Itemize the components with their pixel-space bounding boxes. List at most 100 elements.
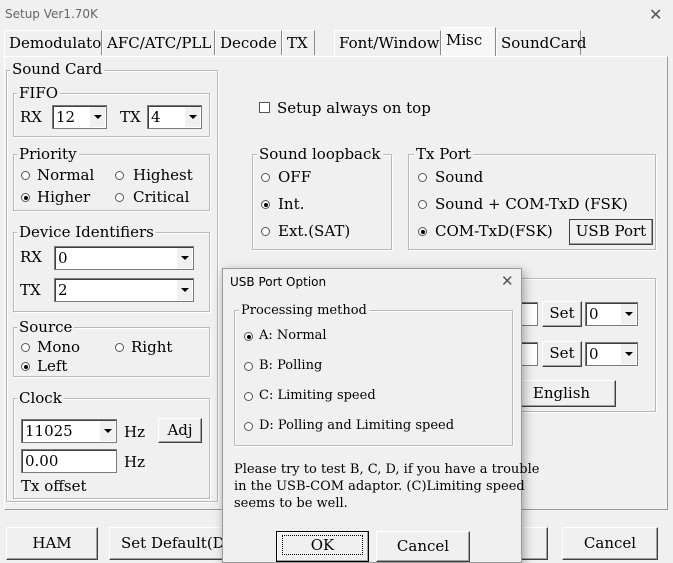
tab-tx[interactable]: TX (282, 30, 315, 55)
tx-offset-label: Tx offset (21, 477, 87, 495)
dialog-title: USB Port Option (230, 275, 327, 289)
fifo-tx-combo[interactable]: 4 (147, 105, 202, 129)
loopback-int-radio[interactable] (261, 200, 270, 209)
device-identifiers-label: Device Identifiers (17, 223, 156, 241)
source-left-radio[interactable] (21, 362, 30, 371)
always-on-top-label: Setup always on top (277, 99, 431, 117)
source-mono-radio[interactable] (21, 343, 30, 352)
option-a-label: A: Normal (259, 328, 327, 343)
right-combo-2-value: 0 (589, 345, 599, 363)
loopback-off-label: OFF (278, 168, 312, 186)
source-right-radio[interactable] (115, 343, 124, 352)
device-tx-combo[interactable]: 2 (54, 278, 194, 302)
window-title: Setup Ver1.70K (5, 7, 98, 21)
sound-loopback-label: Sound loopback (257, 145, 383, 163)
tab-afc-atc-pll[interactable]: AFC/ATC/PLL (102, 30, 215, 55)
set-button-1[interactable]: Set (542, 301, 582, 327)
device-tx-label: TX (20, 281, 41, 299)
option-d-label: D: Polling and Limiting speed (259, 418, 455, 433)
tab-demodulator[interactable]: Demodulator (4, 30, 108, 55)
chevron-down-icon[interactable] (620, 304, 636, 324)
chevron-down-icon[interactable] (89, 107, 105, 127)
device-tx-value: 2 (58, 281, 68, 299)
device-rx-label: RX (20, 248, 42, 266)
priority-critical-radio[interactable] (115, 193, 124, 202)
option-c-radio[interactable] (244, 392, 253, 401)
fifo-rx-value: 12 (56, 108, 76, 126)
priority-highest-radio[interactable] (115, 171, 124, 180)
loopback-ext-label: Ext.(SAT) (278, 222, 351, 240)
option-c-label: C: Limiting speed (259, 388, 376, 403)
chevron-down-icon[interactable] (176, 248, 192, 268)
note-line-3: seems to be well. (234, 496, 348, 511)
tx-offset-value: 0.00 (25, 452, 59, 470)
ok-button-label: OK (281, 535, 364, 555)
device-rx-combo[interactable]: 0 (54, 246, 194, 270)
fifo-tx-value: 4 (151, 108, 161, 126)
tx-offset-unit: Hz (124, 453, 145, 471)
txport-sound-com-label: Sound + COM-TxD (FSK) (435, 195, 628, 213)
set-default-button[interactable]: Set Default(De (109, 527, 239, 560)
tab-font-window[interactable]: Font/Window (334, 30, 441, 55)
chevron-down-icon[interactable] (620, 344, 636, 364)
usb-port-option-dialog: USB Port Option ✕ Processing method A: N… (222, 268, 539, 563)
priority-critical-label: Critical (133, 188, 190, 206)
priority-normal-radio[interactable] (21, 171, 30, 180)
priority-higher-radio[interactable] (21, 193, 30, 202)
close-icon[interactable]: ✕ (501, 272, 514, 290)
chevron-down-icon[interactable] (99, 421, 115, 441)
priority-label: Priority (17, 145, 79, 163)
tab-soundcard[interactable]: SoundCard (496, 30, 586, 55)
fifo-tx-label: TX (120, 108, 141, 126)
ham-button[interactable]: HAM (6, 527, 98, 560)
processing-method-label: Processing method (239, 303, 369, 319)
option-a-radio[interactable] (244, 332, 253, 341)
fifo-rx-combo[interactable]: 12 (52, 105, 107, 129)
set-button-2[interactable]: Set (542, 341, 582, 367)
language-button[interactable]: English (507, 380, 616, 407)
right-combo-2[interactable]: 0 (585, 342, 638, 366)
option-b-radio[interactable] (244, 362, 253, 371)
tx-offset-input[interactable]: 0.00 (21, 449, 117, 473)
right-combo-1-value: 0 (589, 305, 599, 323)
txport-sound-com-radio[interactable] (418, 200, 427, 209)
fifo-rx-label: RX (20, 108, 42, 126)
device-rx-value: 0 (58, 249, 68, 267)
clock-unit: Hz (124, 423, 145, 441)
ok-button[interactable]: OK (276, 531, 369, 562)
usb-port-button[interactable]: USB Port (569, 219, 653, 245)
txport-sound-label: Sound (435, 168, 484, 186)
clock-value: 11025 (25, 422, 73, 440)
chevron-down-icon[interactable] (184, 107, 200, 127)
txport-com-radio[interactable] (418, 227, 427, 236)
source-label: Source (17, 318, 75, 336)
option-d-radio[interactable] (244, 422, 253, 431)
loopback-ext-radio[interactable] (261, 227, 270, 236)
cancel-button[interactable]: Cancel (562, 527, 658, 560)
chevron-down-icon[interactable] (176, 280, 192, 300)
option-b-label: B: Polling (259, 358, 323, 373)
tab-decode[interactable]: Decode (215, 30, 282, 55)
loopback-off-radio[interactable] (261, 173, 270, 182)
source-left-label: Left (37, 357, 68, 375)
tx-port-label: Tx Port (414, 145, 473, 163)
priority-highest-label: Highest (133, 166, 193, 184)
priority-normal-label: Normal (37, 166, 95, 184)
always-on-top-checkbox[interactable] (259, 102, 270, 113)
tab-misc[interactable]: Misc (441, 27, 496, 57)
dialog-cancel-button[interactable]: Cancel (376, 531, 470, 562)
clock-label: Clock (17, 389, 64, 407)
sound-card-label: Sound Card (10, 60, 105, 78)
priority-higher-label: Higher (37, 188, 91, 206)
close-icon[interactable]: ✕ (649, 5, 662, 24)
note-line-1: Please try to test B, C, D, if you have … (234, 462, 540, 477)
right-combo-1[interactable]: 0 (585, 302, 638, 326)
source-right-label: Right (131, 338, 173, 356)
txport-com-label: COM-TxD(FSK) (435, 222, 553, 240)
fifo-label: FIFO (17, 84, 61, 102)
adj-button[interactable]: Adj (158, 418, 202, 443)
txport-sound-radio[interactable] (418, 173, 427, 182)
note-line-2: in the USB-COM adaptor. (C)Limiting spee… (234, 479, 525, 494)
loopback-int-label: Int. (278, 195, 305, 213)
clock-combo[interactable]: 11025 (21, 419, 117, 443)
